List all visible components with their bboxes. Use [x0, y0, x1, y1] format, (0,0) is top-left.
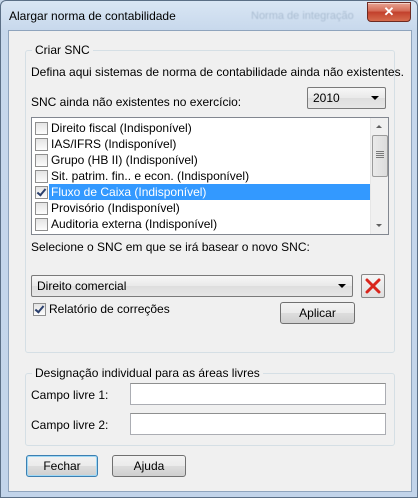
list-item[interactable]: Direito fiscal (Indisponível)	[32, 120, 370, 136]
list-item-checkbox-checked[interactable]	[35, 186, 48, 199]
window-title: Alargar norma de contabilidade	[9, 9, 176, 23]
list-item[interactable]: Auditoria externa (Indisponível)	[32, 216, 370, 232]
close-button-label: Fechar	[43, 459, 81, 473]
apply-button-label: Aplicar	[299, 306, 336, 320]
scroll-up-arrow-icon[interactable]	[371, 118, 388, 135]
list-item-label: Auditoria externa (Indisponível)	[51, 217, 218, 231]
corrections-label: Relatório de correções	[49, 302, 170, 316]
list-item-label: Fluxo de Caixa (Indisponível)	[49, 184, 370, 200]
scroll-thumb[interactable]	[372, 135, 388, 177]
title-bar: Alargar norma de contabilidade Norma de …	[1, 1, 417, 31]
list-item[interactable]: Grupo (HB II) (Indisponível)	[32, 152, 370, 168]
list-item-selected[interactable]: Fluxo de Caixa (Indisponível)	[32, 184, 370, 200]
close-window-button[interactable]: ✕	[367, 2, 411, 22]
close-button[interactable]: Fechar	[26, 455, 98, 477]
dialog-client-area: Criar SNC Defina aqui sistemas de norma …	[8, 30, 412, 492]
apply-button[interactable]: Aplicar	[280, 302, 355, 324]
help-button[interactable]: Ajuda	[112, 455, 186, 477]
list-item-label: Grupo (HB II) (Indisponível)	[51, 153, 198, 167]
dialog-window: Alargar norma de contabilidade Norma de …	[0, 0, 418, 498]
field1-label: Campo livre 1:	[31, 388, 109, 402]
group-criar-snc-title: Criar SNC	[32, 43, 93, 57]
delete-button[interactable]	[361, 274, 385, 298]
chevron-down-icon	[338, 284, 346, 288]
help-button-label: Ajuda	[133, 459, 165, 473]
list-scrollbar[interactable]	[370, 118, 388, 234]
year-select-value: 2010	[313, 91, 340, 105]
list-item-checkbox[interactable]	[35, 170, 48, 183]
field2-label: Campo livre 2:	[31, 418, 109, 432]
corrections-checkbox[interactable]	[33, 303, 46, 316]
list-item-label: IAS/IFRS (Indisponível)	[51, 137, 177, 151]
list-item-checkbox[interactable]	[35, 138, 48, 151]
list-item-label: Sit. patrim. fin.. e econ. (Indisponível…	[51, 169, 250, 183]
list-item-label: Direito fiscal (Indisponível)	[51, 121, 192, 135]
snc-list[interactable]: Direito fiscal (Indisponível) IAS/IFRS (…	[31, 117, 389, 235]
list-item-checkbox[interactable]	[35, 218, 48, 231]
list-item[interactable]: IAS/IFRS (Indisponível)	[32, 136, 370, 152]
group-free-fields-title: Designação individual para as áreas livr…	[32, 366, 263, 380]
chevron-down-icon	[371, 96, 379, 100]
close-icon: ✕	[383, 4, 395, 19]
snc-description: Defina aqui sistemas de norma de contabi…	[31, 65, 404, 79]
background-window-text: Norma de integração	[251, 10, 354, 22]
scroll-down-arrow-icon[interactable]	[371, 217, 388, 234]
list-item-checkbox[interactable]	[35, 154, 48, 167]
free-field-2-input[interactable]	[130, 413, 386, 435]
list-item[interactable]: Sit. patrim. fin.. e econ. (Indisponível…	[32, 168, 370, 184]
list-item-label: Provisório (Indisponível)	[51, 201, 180, 215]
free-field-1-input[interactable]	[130, 383, 386, 405]
list-item-checkbox[interactable]	[35, 202, 48, 215]
list-item[interactable]: Provisório (Indisponível)	[32, 200, 370, 216]
base-snc-select[interactable]: Direito comercial	[31, 275, 353, 297]
snc-base-label: Selecione o SNC em que se irá basear o n…	[31, 240, 310, 254]
snc-existing-label: SNC ainda não existentes no exercício:	[31, 95, 242, 109]
red-x-icon	[365, 278, 381, 294]
year-select[interactable]: 2010	[307, 87, 386, 109]
list-item-checkbox[interactable]	[35, 122, 48, 135]
base-snc-select-value: Direito comercial	[37, 279, 127, 293]
